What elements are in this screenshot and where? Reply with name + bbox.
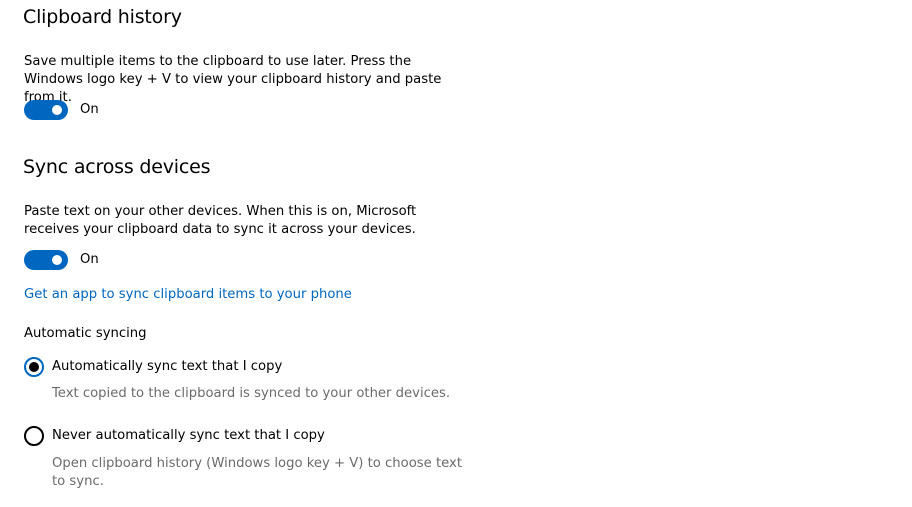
clipboard-history-toggle-state: On	[80, 102, 99, 117]
toggle-knob	[52, 105, 62, 115]
radio-never-sync-label: Never automatically sync text that I cop…	[52, 428, 325, 443]
radio-auto-sync[interactable]: Automatically sync text that I copy	[24, 357, 282, 377]
radio-never-sync-description: Open clipboard history (Windows logo key…	[52, 456, 463, 489]
radio-button-checked[interactable]	[24, 357, 44, 377]
sync-description: Paste text on your other devices. When t…	[24, 204, 417, 237]
get-sync-app-link[interactable]: Get an app to sync clipboard items to yo…	[24, 286, 352, 304]
sync-toggle[interactable]	[24, 250, 68, 270]
clipboard-history-title: Clipboard history	[23, 6, 182, 28]
sync-across-devices-title: Sync across devices	[23, 156, 211, 178]
radio-auto-sync-description: Text copied to the clipboard is synced t…	[52, 386, 451, 401]
radio-auto-sync-label: Automatically sync text that I copy	[52, 359, 283, 374]
sync-toggle-state: On	[80, 252, 99, 267]
radio-never-sync[interactable]: Never automatically sync text that I cop…	[24, 426, 325, 446]
toggle-knob	[52, 255, 62, 265]
sync-toggle-row: On	[24, 250, 99, 270]
clipboard-history-description: Save multiple items to the clipboard to …	[24, 54, 442, 105]
radio-button-unchecked[interactable]	[24, 426, 44, 446]
automatic-syncing-label: Automatic syncing	[24, 326, 147, 341]
clipboard-history-toggle[interactable]	[24, 100, 68, 120]
radio-dot	[29, 362, 39, 372]
clipboard-history-toggle-row: On	[24, 100, 99, 120]
